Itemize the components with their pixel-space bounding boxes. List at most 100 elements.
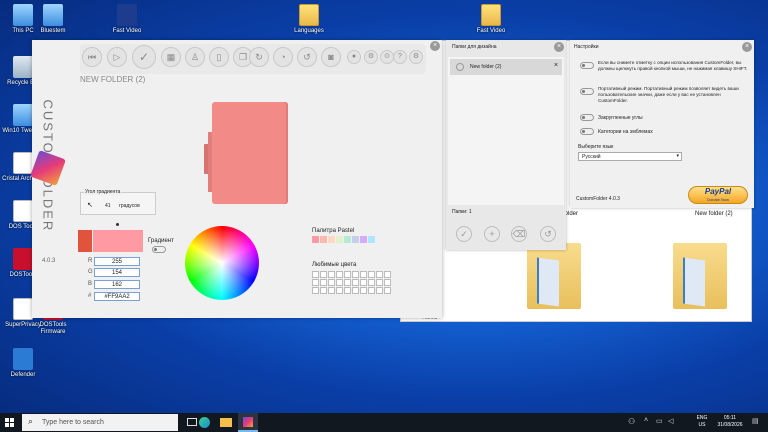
favorite-color-slot[interactable] — [328, 287, 335, 294]
option3-toggle[interactable] — [580, 114, 594, 121]
color-swatch-light[interactable] — [93, 230, 143, 252]
palette-icon[interactable]: ● — [347, 50, 361, 64]
back-icon[interactable]: ⏮ — [82, 47, 102, 67]
favorite-color-slot[interactable] — [336, 271, 343, 278]
favorite-color-slot[interactable] — [384, 271, 391, 278]
settings-icon[interactable]: ⚙ — [409, 50, 423, 64]
option2-toggle[interactable] — [580, 88, 594, 95]
restore-button[interactable]: ↺ — [540, 226, 556, 242]
notification-icon[interactable]: ▤ — [752, 417, 759, 425]
desktop-icon-defender[interactable]: Defender — [0, 348, 46, 379]
favorite-color-slot[interactable] — [352, 279, 359, 286]
camera-icon[interactable]: ◙ — [321, 47, 341, 67]
favorite-color-slot[interactable] — [320, 287, 327, 294]
favorite-color-slot[interactable] — [360, 279, 367, 286]
favorite-color-slot[interactable] — [328, 279, 335, 286]
favorite-color-slot[interactable] — [376, 279, 383, 286]
remove-icon[interactable]: × — [554, 62, 558, 69]
hex-input[interactable]: #FF9AA2 — [94, 292, 140, 301]
desktop-icon-languages[interactable]: Languages — [286, 4, 332, 35]
add-button[interactable]: + — [484, 226, 500, 242]
favorite-color-slot[interactable] — [344, 279, 351, 286]
apply-check-button[interactable]: ✓ — [132, 45, 156, 69]
favorite-color-slot[interactable] — [376, 271, 383, 278]
file-icon[interactable]: ▯ — [209, 47, 229, 67]
favorite-color-slot[interactable] — [352, 287, 359, 294]
favorite-color-slot[interactable] — [328, 271, 335, 278]
refresh-icon[interactable]: ↻ — [249, 47, 269, 67]
favorite-color-slot[interactable] — [312, 271, 319, 278]
customfolder-taskbar-icon[interactable] — [238, 413, 258, 432]
palette-swatch[interactable] — [352, 236, 359, 243]
favorite-color-slot[interactable] — [360, 271, 367, 278]
favorite-color-slot[interactable] — [312, 279, 319, 286]
favorite-color-slot[interactable] — [344, 271, 351, 278]
erase-button[interactable]: ⌫ — [511, 226, 527, 242]
close-button[interactable]: × — [430, 41, 440, 51]
paypal-button[interactable]: PayPal Donate Now — [688, 186, 748, 204]
favorite-color-slot[interactable] — [384, 287, 391, 294]
favorite-color-slot[interactable] — [320, 271, 327, 278]
color-wheel[interactable] — [185, 226, 259, 300]
b-input[interactable]: 162 — [94, 280, 140, 289]
favorite-color-slot[interactable] — [368, 271, 375, 278]
file-explorer-icon[interactable] — [216, 413, 236, 432]
color-swatch-dark[interactable] — [78, 230, 92, 252]
gradient-angle-value[interactable]: 41 — [105, 203, 111, 209]
gear-small-icon[interactable]: ⚙ — [364, 50, 378, 64]
undo-icon[interactable]: ↺ — [297, 47, 317, 67]
close-button[interactable]: × — [554, 42, 564, 52]
favorite-color-slot[interactable] — [368, 279, 375, 286]
grid-icon[interactable]: ▦ — [161, 47, 181, 67]
angle-dial-icon[interactable]: ↖ — [87, 201, 93, 209]
tray-language[interactable]: ENG US — [694, 415, 710, 429]
palette-swatch[interactable] — [328, 236, 335, 243]
favorite-color-slot[interactable] — [312, 287, 319, 294]
close-button[interactable]: × — [742, 42, 752, 52]
confirm-button[interactable]: ✓ — [456, 226, 472, 242]
edge-icon[interactable] — [194, 413, 214, 432]
palette-swatch[interactable] — [320, 236, 327, 243]
palette-swatch[interactable] — [360, 236, 367, 243]
favorite-color-slot[interactable] — [360, 287, 367, 294]
favorite-color-slot[interactable] — [336, 279, 343, 286]
palette-swatch[interactable] — [312, 236, 319, 243]
tray-network-icon[interactable]: ▭ — [656, 417, 663, 425]
tray-chevron-up-icon[interactable]: ˄ — [644, 417, 648, 424]
palette-swatch[interactable] — [336, 236, 343, 243]
folder-title: NEW FOLDER (2) — [80, 75, 146, 84]
palette-swatch[interactable] — [368, 236, 375, 243]
desktop-icon-fast-video[interactable]: Fast Video — [104, 4, 150, 35]
favorite-color-slot[interactable] — [376, 287, 383, 294]
folder-icon — [481, 4, 501, 26]
g-input[interactable]: 154 — [94, 268, 140, 277]
play-icon[interactable]: ▷ — [107, 47, 127, 67]
desktop-icon-fast-video-folder[interactable]: Fast Video — [468, 4, 514, 35]
list-item[interactable]: New folder (2) × — [450, 59, 562, 75]
r-input[interactable]: 255 — [94, 257, 140, 266]
option1-toggle[interactable] — [580, 62, 594, 69]
language-select[interactable]: Русский ▾ — [578, 152, 682, 161]
palette-title: Палитра Pastel — [312, 228, 355, 234]
desktop-icon-bluestem[interactable]: Bluestem — [30, 4, 76, 35]
favorite-color-slot[interactable] — [352, 271, 359, 278]
lock-icon[interactable]: ⊙ — [380, 50, 394, 64]
tray-clock[interactable]: 05:11 31/08/2026 — [712, 415, 748, 429]
tray-people-icon[interactable]: ⚇ — [628, 417, 635, 426]
stamp-icon[interactable]: ♙ — [185, 47, 205, 67]
search-box[interactable]: ⌕ Type here to search — [22, 414, 178, 431]
favorite-color-slot[interactable] — [384, 279, 391, 286]
clock-icon[interactable]: ◔ — [273, 47, 293, 67]
favorite-color-slot[interactable] — [344, 287, 351, 294]
help-icon[interactable]: ? — [393, 50, 407, 64]
favorite-color-slot[interactable] — [336, 287, 343, 294]
favorite-color-slot[interactable] — [320, 279, 327, 286]
settings-panel: Настройки × Если вы снимете отметку с оп… — [570, 40, 754, 208]
tray-volume-icon[interactable]: ◁ — [668, 417, 673, 425]
start-button[interactable] — [0, 413, 20, 432]
palette-swatch[interactable] — [344, 236, 351, 243]
favorite-color-slot[interactable] — [368, 287, 375, 294]
explorer-folder-item[interactable] — [673, 237, 727, 311]
option4-toggle[interactable] — [580, 128, 594, 135]
gradient-toggle[interactable] — [152, 246, 166, 253]
